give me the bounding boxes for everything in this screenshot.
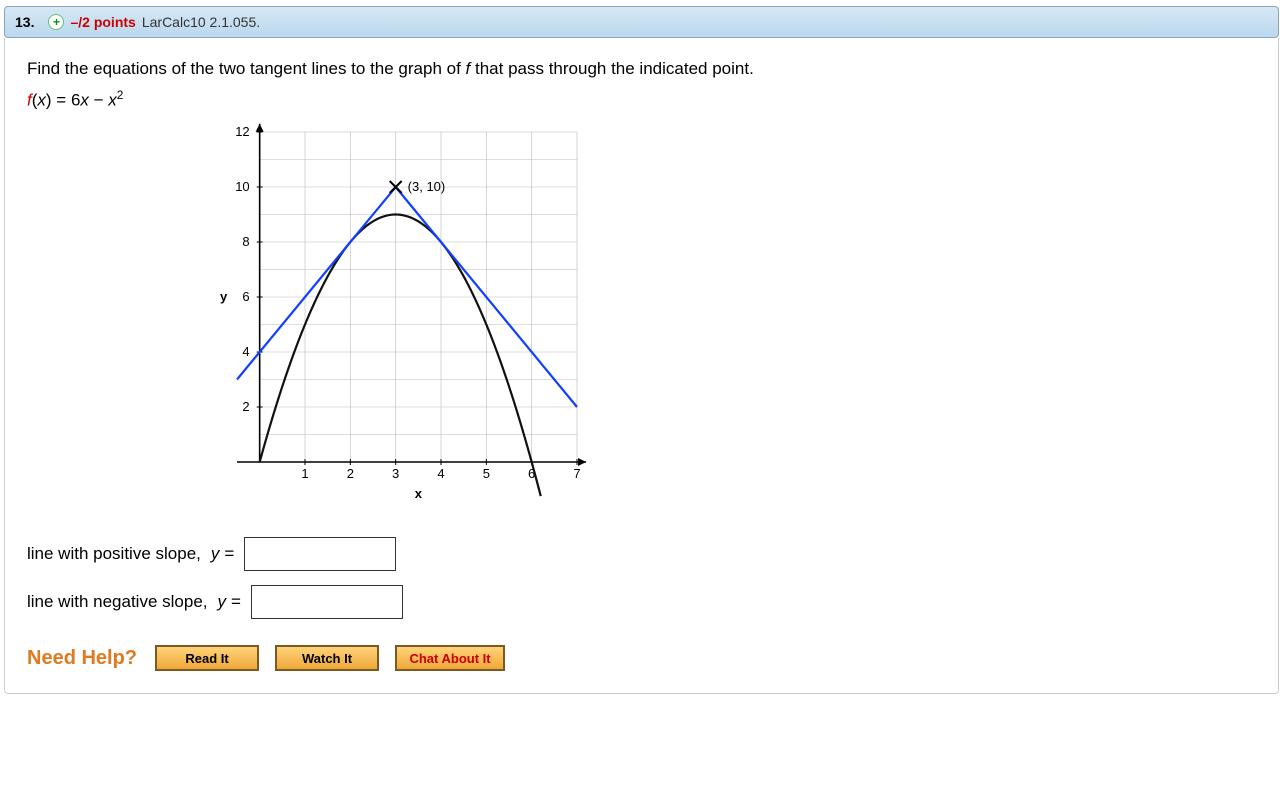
svg-text:7: 7 (573, 466, 580, 481)
prompt-prefix: Find the equations of the two tangent li… (27, 59, 466, 78)
watch-it-button[interactable]: Watch It (275, 645, 379, 671)
function-x2: x (80, 90, 89, 109)
function-definition: f(x) = 6x − x2 (27, 88, 1256, 111)
chat-about-it-button[interactable]: Chat About It (395, 645, 505, 671)
svg-text:8: 8 (242, 234, 249, 249)
function-x: x (37, 90, 46, 109)
function-x3: x (108, 90, 117, 109)
function-equals: = 6 (52, 90, 81, 109)
question-header: 13. + –/2 points LarCalc10 2.1.055. (4, 6, 1279, 38)
question-body: Find the equations of the two tangent li… (4, 38, 1279, 694)
source-label: LarCalc10 2.1.055. (142, 14, 260, 30)
prompt-suffix: that pass through the indicated point. (470, 59, 754, 78)
expand-icon[interactable]: + (48, 14, 64, 30)
graph: 123456724681012xy(3, 10) (187, 122, 1256, 517)
svg-text:5: 5 (483, 466, 490, 481)
question-number: 13. (15, 14, 34, 30)
positive-slope-input[interactable] (244, 537, 396, 571)
function-exponent: 2 (117, 88, 124, 102)
negative-slope-eq: y = (218, 592, 241, 612)
answer-row-positive: line with positive slope, y = (27, 537, 1256, 571)
help-row: Need Help? Read It Watch It Chat About I… (27, 645, 1256, 671)
svg-text:4: 4 (437, 466, 444, 481)
read-it-button[interactable]: Read It (155, 645, 259, 671)
answer-row-negative: line with negative slope, y = (27, 585, 1256, 619)
svg-text:12: 12 (235, 124, 249, 139)
negative-slope-input[interactable] (251, 585, 403, 619)
positive-slope-eq: y = (211, 544, 234, 564)
svg-text:3: 3 (392, 466, 399, 481)
function-minus: − (89, 90, 108, 109)
svg-text:(3, 10): (3, 10) (408, 179, 446, 194)
positive-slope-label: line with positive slope, (27, 544, 201, 564)
question-container: 13. + –/2 points LarCalc10 2.1.055. Find… (0, 6, 1283, 694)
prompt-text: Find the equations of the two tangent li… (27, 56, 1256, 82)
chart-svg: 123456724681012xy(3, 10) (187, 122, 587, 512)
svg-text:y: y (220, 289, 228, 304)
svg-text:2: 2 (347, 466, 354, 481)
negative-slope-label: line with negative slope, (27, 592, 208, 612)
need-help-label: Need Help? (27, 647, 137, 670)
svg-text:4: 4 (242, 344, 249, 359)
points-label: –/2 points (70, 14, 135, 30)
svg-text:1: 1 (301, 466, 308, 481)
svg-text:10: 10 (235, 179, 249, 194)
svg-text:6: 6 (242, 289, 249, 304)
svg-text:2: 2 (242, 399, 249, 414)
svg-text:x: x (415, 486, 423, 501)
